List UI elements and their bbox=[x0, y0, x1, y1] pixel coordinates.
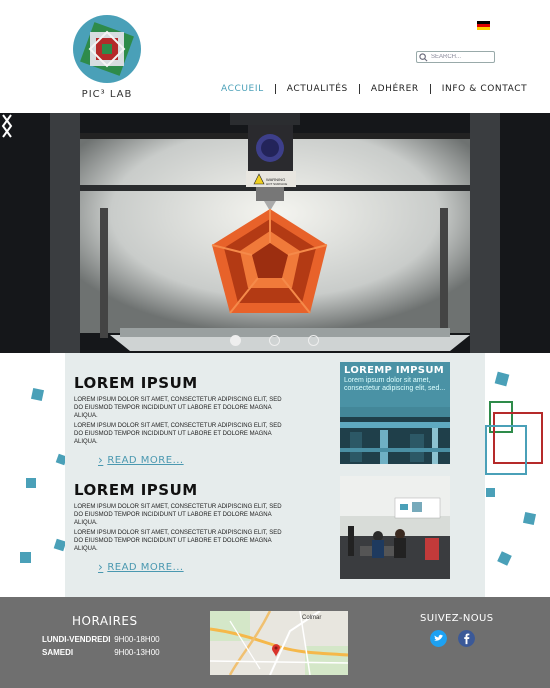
twitter-icon[interactable] bbox=[430, 630, 447, 647]
read-more-link[interactable]: › READ MORE... bbox=[98, 560, 289, 574]
decor-square bbox=[30, 387, 45, 402]
content-panel: LOREM IPSUM Lorem ipsum dolor sit amet, … bbox=[65, 353, 485, 597]
chevron-right-icon: › bbox=[98, 560, 104, 574]
svg-text:HOT SURFACE: HOT SURFACE bbox=[266, 182, 287, 186]
decor-square bbox=[486, 488, 495, 497]
article-title: LOREM IPSUM bbox=[74, 374, 198, 392]
nav-adherer[interactable]: ADHÉRER bbox=[360, 84, 430, 94]
article-body: Lorem ipsum dolor sit amet, consectetur … bbox=[74, 504, 282, 526]
decor-square bbox=[494, 371, 510, 387]
article-title: LOREM IPSUM bbox=[74, 481, 198, 499]
map-city-label: Colmar bbox=[302, 615, 322, 621]
read-more-label: READ MORE... bbox=[107, 561, 184, 573]
slider-dots bbox=[230, 335, 319, 346]
decor-square bbox=[26, 478, 36, 488]
feature-card[interactable]: LOREMP IMPSUM Lorem ipsum dolor sit amet… bbox=[340, 362, 450, 464]
hours-time: 9H00-18H00 bbox=[114, 635, 160, 644]
article-body: Lorem ipsum dolor sit amet, consectetur … bbox=[74, 530, 282, 552]
nav-actualites[interactable]: ACTUALITÉS bbox=[276, 84, 359, 94]
main-nav: ACCUEIL ACTUALITÉS ADHÉRER INFO & CONTAC… bbox=[210, 84, 538, 94]
read-more-link[interactable]: › READ MORE... bbox=[98, 453, 289, 467]
slider-dot-3[interactable] bbox=[308, 335, 319, 346]
search-box[interactable] bbox=[416, 51, 495, 63]
facebook-icon[interactable] bbox=[458, 630, 475, 647]
feature-card-title: LOREMP IMPSUM bbox=[344, 365, 444, 376]
decor-outlined-squares bbox=[485, 401, 543, 475]
feature-card-overlay: LOREMP IMPSUM Lorem ipsum dolor sit amet… bbox=[340, 362, 450, 417]
decor-square bbox=[20, 552, 31, 563]
hours-title: HORAIRES bbox=[72, 614, 138, 628]
article-body: Lorem ipsum dolor sit amet, consectetur … bbox=[74, 397, 282, 419]
follow-title: SUIVEZ-NOUS bbox=[420, 613, 494, 624]
slider-dot-1[interactable] bbox=[230, 335, 241, 346]
nav-info-contact[interactable]: INFO & CONTACT bbox=[431, 84, 538, 94]
decor-square bbox=[522, 511, 537, 526]
hours-day: LUNDI-VENDREDI bbox=[42, 635, 111, 644]
pic3-lab-logo[interactable] bbox=[72, 14, 142, 84]
article-body: Lorem ipsum dolor sit amet, consectetur … bbox=[74, 423, 282, 445]
feature-card-text: Lorem ipsum dolor sit amet, consectetur … bbox=[344, 377, 446, 392]
footer: HORAIRES LUNDI-VENDREDI 9H00-18H00 SAMED… bbox=[0, 597, 550, 688]
logo-text: PIC³ LAB bbox=[81, 89, 133, 100]
map-image bbox=[210, 611, 348, 675]
article-card-2: LOREM IPSUM Lorem ipsum dolor sit amet, … bbox=[74, 481, 289, 574]
workshop-photo[interactable] bbox=[340, 476, 450, 579]
hours-time: 9H00-13H00 bbox=[114, 648, 160, 657]
slider-next-icon[interactable] bbox=[0, 113, 14, 139]
search-icon bbox=[419, 52, 428, 61]
hero-image: WARNING HOT SURFACE bbox=[0, 113, 550, 353]
workshop-image bbox=[340, 476, 450, 579]
german-flag-icon[interactable] bbox=[477, 21, 490, 30]
chevron-right-icon: › bbox=[98, 453, 104, 467]
slider-dot-2[interactable] bbox=[269, 335, 280, 346]
nav-accueil[interactable]: ACCUEIL bbox=[210, 84, 275, 94]
search-input[interactable] bbox=[431, 54, 491, 60]
hours-row: SAMEDI 9H00-13H00 bbox=[42, 648, 160, 657]
decor-square bbox=[497, 551, 512, 566]
hero-slider[interactable]: WARNING HOT SURFACE bbox=[0, 113, 550, 353]
read-more-label: READ MORE... bbox=[107, 454, 184, 466]
hours-row: LUNDI-VENDREDI 9H00-18H00 bbox=[42, 635, 160, 644]
location-map[interactable]: Colmar bbox=[210, 611, 348, 675]
article-card-1: LOREM IPSUM Lorem ipsum dolor sit amet, … bbox=[74, 374, 289, 467]
hours-day: SAMEDI bbox=[42, 648, 74, 657]
